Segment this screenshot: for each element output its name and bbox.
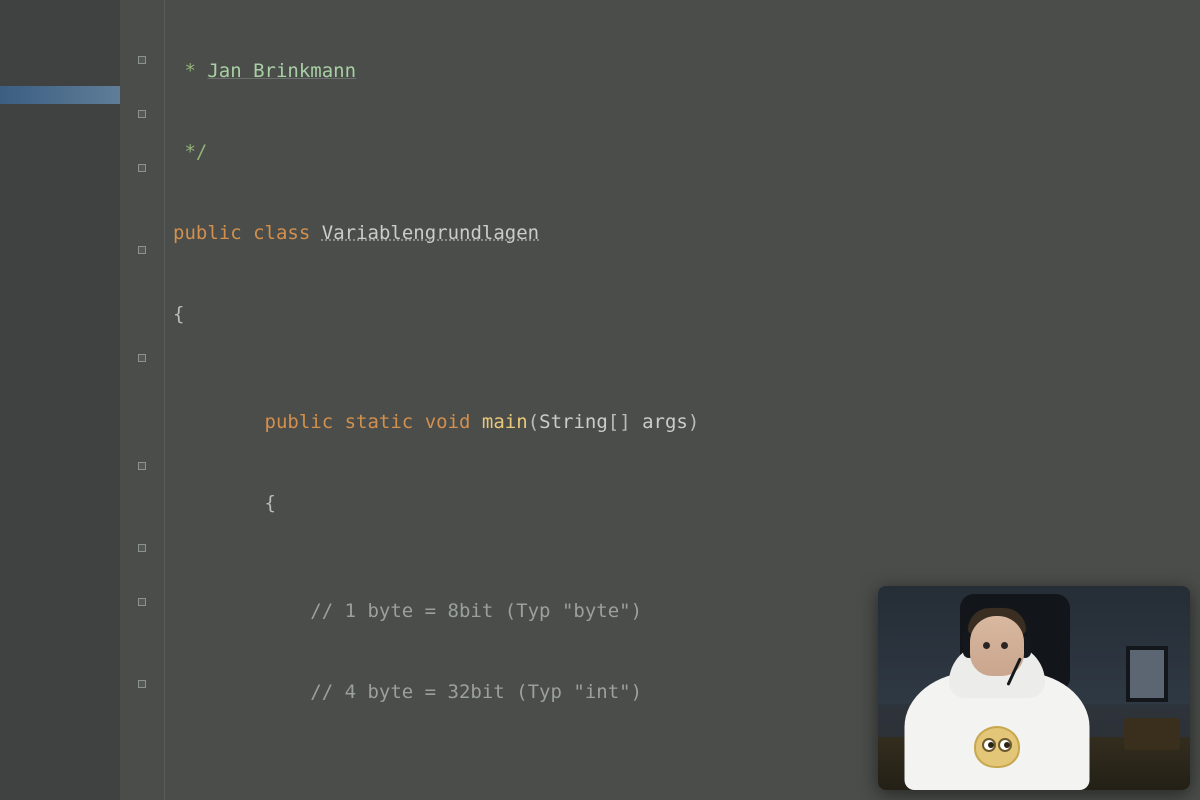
code-line[interactable]: public class Variablengrundlagen — [173, 220, 1200, 247]
fold-marker-icon[interactable] — [138, 354, 146, 362]
webcam-person-eye — [983, 642, 990, 649]
code-line[interactable]: * Jan Brinkmann — [173, 58, 1200, 85]
webcam-shelf — [1124, 718, 1180, 750]
fold-marker-icon[interactable] — [138, 246, 146, 254]
project-sidebar[interactable] — [0, 0, 120, 800]
webcam-hoodie-logo — [974, 726, 1020, 768]
fold-marker-icon[interactable] — [138, 110, 146, 118]
editor-gutter[interactable] — [120, 0, 165, 800]
sidebar-selection[interactable] — [0, 86, 120, 104]
fold-marker-icon[interactable] — [138, 462, 146, 470]
code-line[interactable]: { — [173, 490, 1200, 517]
fold-marker-icon[interactable] — [138, 164, 146, 172]
fold-marker-icon[interactable] — [138, 680, 146, 688]
ide-window: * Jan Brinkmann */ public class Variable… — [0, 0, 1200, 800]
webcam-person-eye — [1001, 642, 1008, 649]
fold-marker-icon[interactable] — [138, 598, 146, 606]
code-line[interactable]: public static void main(String[] args) — [173, 409, 1200, 436]
webcam-overlay — [878, 586, 1190, 790]
fold-marker-icon[interactable] — [138, 544, 146, 552]
code-line[interactable]: */ — [173, 139, 1200, 166]
webcam-wall-picture — [1126, 646, 1168, 702]
code-line[interactable]: { — [173, 301, 1200, 328]
fold-marker-icon[interactable] — [138, 56, 146, 64]
